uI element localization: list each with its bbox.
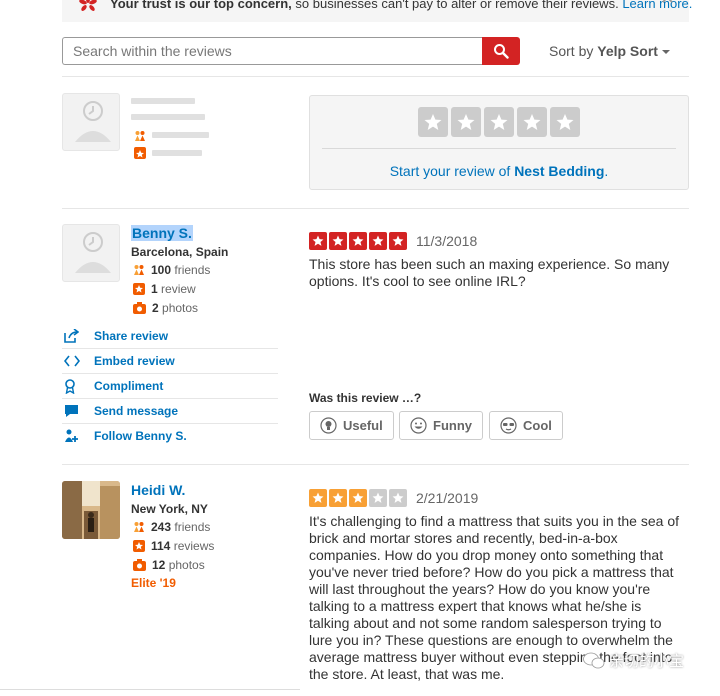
embed-review-link[interactable]: Embed review bbox=[62, 349, 278, 374]
camera-icon bbox=[133, 559, 146, 571]
share-icon bbox=[64, 329, 79, 343]
star-icon[interactable] bbox=[484, 107, 514, 137]
cool-button[interactable]: Cool bbox=[489, 411, 563, 440]
placeholder-line bbox=[152, 150, 202, 156]
review-text: This store has been such an maxing exper… bbox=[309, 256, 670, 289]
divider bbox=[62, 76, 689, 77]
star-icon[interactable] bbox=[517, 107, 547, 137]
useful-button[interactable]: Useful bbox=[309, 411, 394, 440]
wechat-icon bbox=[583, 652, 605, 668]
photo-count: 12 photos bbox=[133, 558, 205, 572]
star-icon bbox=[369, 232, 387, 250]
review-date: 2/21/2019 bbox=[416, 490, 479, 506]
placeholder-line bbox=[152, 132, 209, 138]
friends-icon bbox=[134, 129, 146, 141]
watermark: 亲切的小宝 bbox=[583, 650, 684, 671]
reviewer-location: Barcelona, Spain bbox=[131, 245, 229, 259]
divider bbox=[62, 208, 689, 209]
reviewer-name[interactable]: Heidi W. bbox=[131, 482, 185, 498]
trust-banner: Your trust is our top concern, so busine… bbox=[62, 0, 692, 22]
follow-user-icon bbox=[65, 429, 78, 442]
star-icon bbox=[389, 232, 407, 250]
star-icon[interactable] bbox=[418, 107, 448, 137]
placeholder-line bbox=[131, 114, 205, 120]
search-icon bbox=[494, 44, 509, 59]
avatar-placeholder bbox=[62, 93, 120, 151]
trust-text: Your trust is our top concern, so busine… bbox=[110, 0, 692, 11]
photo-count: 2 photos bbox=[133, 301, 198, 315]
compliment-link[interactable]: Compliment bbox=[62, 374, 278, 399]
divider bbox=[62, 464, 689, 465]
star-icon bbox=[329, 232, 347, 250]
lightbulb-icon bbox=[320, 417, 337, 434]
follow-user-link[interactable]: Follow Benny S. bbox=[62, 424, 278, 448]
placeholder-line bbox=[131, 98, 195, 104]
star-icon bbox=[369, 489, 387, 507]
star-icon bbox=[329, 489, 347, 507]
review-date: 11/3/2018 bbox=[416, 233, 478, 249]
elite-badge[interactable]: Elite '19 bbox=[131, 576, 176, 590]
review-icon bbox=[133, 283, 145, 295]
user-photo bbox=[62, 481, 120, 539]
search-input[interactable] bbox=[62, 37, 482, 65]
star-icon bbox=[389, 489, 407, 507]
avatar[interactable] bbox=[62, 224, 120, 282]
divider bbox=[0, 689, 300, 690]
review-count: 1 review bbox=[133, 282, 196, 296]
camera-icon bbox=[133, 302, 146, 314]
close-icon[interactable]: ✕ bbox=[660, 0, 675, 7]
friends-icon bbox=[134, 522, 144, 532]
send-message-link[interactable]: Send message bbox=[62, 399, 278, 424]
rating-selector[interactable] bbox=[418, 107, 580, 137]
star-icon bbox=[349, 489, 367, 507]
review-icon bbox=[133, 540, 145, 552]
write-review-box: Start your review of Nest Bedding. bbox=[309, 95, 689, 190]
friends-count: 100 friends bbox=[133, 263, 210, 277]
award-icon bbox=[65, 378, 75, 394]
star-icon bbox=[349, 232, 367, 250]
avatar[interactable] bbox=[62, 481, 120, 539]
search-button[interactable] bbox=[482, 37, 520, 65]
star-icon bbox=[309, 489, 327, 507]
star-icon bbox=[309, 232, 327, 250]
vote-prompt: Was this review …? bbox=[309, 391, 422, 405]
star-icon[interactable] bbox=[451, 107, 481, 137]
start-review-link[interactable]: Start your review of Nest Bedding. bbox=[310, 163, 688, 179]
star-rating bbox=[309, 489, 407, 507]
yelp-burst-icon bbox=[79, 0, 97, 11]
share-review-link[interactable]: Share review bbox=[62, 324, 278, 349]
smiley-icon bbox=[410, 417, 427, 434]
code-icon bbox=[64, 355, 80, 367]
sort-dropdown[interactable]: Sort by Yelp Sort bbox=[549, 43, 670, 59]
star-icon[interactable] bbox=[550, 107, 580, 137]
reviewer-name[interactable]: Benny S. bbox=[131, 225, 193, 241]
message-icon bbox=[65, 405, 78, 417]
review-count: 114 reviews bbox=[133, 539, 214, 553]
reviewer-location: New York, NY bbox=[131, 502, 208, 516]
star-rating bbox=[309, 232, 407, 250]
learn-more-link[interactable]: Learn more. bbox=[622, 0, 692, 11]
sunglasses-icon bbox=[500, 417, 517, 434]
friends-count: 243 friends bbox=[133, 520, 210, 534]
caret-down-icon bbox=[661, 50, 670, 55]
friends-icon bbox=[134, 265, 144, 275]
user-placeholder-icon bbox=[75, 101, 111, 142]
review-icon bbox=[134, 147, 146, 159]
user-placeholder-icon bbox=[75, 232, 111, 273]
funny-button[interactable]: Funny bbox=[399, 411, 483, 440]
divider bbox=[322, 148, 676, 149]
